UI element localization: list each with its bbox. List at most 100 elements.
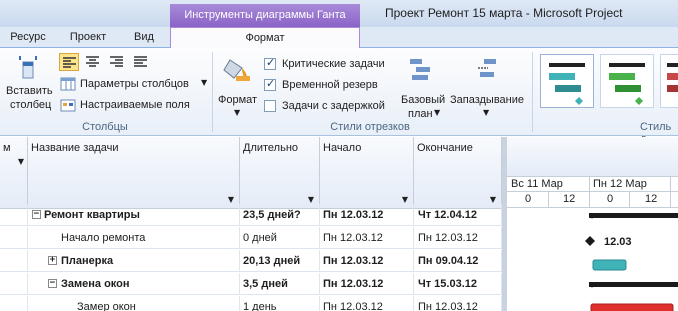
divider xyxy=(629,191,630,207)
align-center-icon xyxy=(86,56,99,67)
timescale-week: Пн 12 Мар xyxy=(593,178,647,190)
task-name[interactable]: Начало ремонта xyxy=(28,227,240,249)
wrap-text-button[interactable] xyxy=(131,53,151,71)
task-bar[interactable] xyxy=(592,259,627,271)
baseline-button[interactable]: Базовый план ▼ xyxy=(398,52,448,120)
align-center-button[interactable] xyxy=(83,53,103,71)
task-duration[interactable]: 3,5 дней xyxy=(240,273,320,295)
gantt-style-option[interactable] xyxy=(540,54,594,108)
column-header-label: Окончание xyxy=(417,142,473,154)
chevron-down-icon[interactable]: ▼ xyxy=(490,195,496,204)
task-finish[interactable]: Пн 09.04.12 xyxy=(414,250,502,272)
task-name[interactable]: Замер окон xyxy=(28,296,240,311)
tab-format[interactable]: Формат xyxy=(170,27,360,49)
late-tasks-label: Задачи с задержкой xyxy=(282,100,385,112)
task-start[interactable]: Пн 12.03.12 xyxy=(320,227,414,249)
gantt-style-option[interactable] xyxy=(660,54,678,108)
task-finish[interactable]: Пн 12.03.12 xyxy=(414,227,502,249)
milestone-label: 12.03 xyxy=(604,236,632,248)
column-header-duration[interactable]: Длительно ▼ xyxy=(240,137,320,209)
chevron-down-icon: ▼ xyxy=(234,108,241,117)
align-right-button[interactable] xyxy=(107,53,127,71)
task-name-cell[interactable]: − Замена окон xyxy=(28,273,240,295)
custom-fields-button[interactable]: Настраиваемые поля xyxy=(60,96,210,114)
critical-tasks-check[interactable] xyxy=(264,56,276,70)
chevron-down-icon[interactable]: ▼ xyxy=(308,195,314,204)
table-row[interactable]: Начало ремонта 0 дней Пн 12.03.12 Пн 12.… xyxy=(0,227,502,249)
slack-check[interactable] xyxy=(264,77,276,91)
task-start[interactable]: Пн 12.03.12 xyxy=(320,273,414,295)
timescale-header xyxy=(507,137,678,177)
task-name-cell[interactable]: + Планерка xyxy=(28,250,240,272)
column-header-start[interactable]: Начало ▼ xyxy=(320,137,414,209)
task-start[interactable]: Пн 12.03.12 xyxy=(320,296,414,311)
milestone-marker[interactable] xyxy=(585,236,595,246)
divider xyxy=(507,191,678,192)
task-finish[interactable]: Чт 12.04.12 xyxy=(414,204,502,226)
table-row[interactable]: − Замена окон 3,5 дней Пн 12.03.12 Чт 15… xyxy=(0,273,502,295)
columns-group-label: Столбцы xyxy=(82,121,128,133)
chevron-down-icon[interactable]: ▼ xyxy=(18,157,24,166)
window-title: Проект Ремонт 15 марта - Microsoft Proje… xyxy=(385,6,623,20)
gantt-style-preview-icon xyxy=(667,63,678,92)
chevron-down-icon: ▼ xyxy=(434,108,441,117)
chevron-down-icon[interactable]: ▼ xyxy=(228,195,234,204)
tab-resource[interactable]: Ресурс xyxy=(4,27,52,48)
table-row[interactable]: + Планерка 20,13 дней Пн 12.03.12 Пн 09.… xyxy=(0,250,502,272)
task-duration[interactable]: 20,13 дней xyxy=(240,250,320,272)
slippage-label: Запаздывание xyxy=(450,94,525,106)
table-row[interactable]: Замер окон 1 день Пн 12.03.12 Пн 12.03.1… xyxy=(0,296,502,311)
column-header-label: Название задачи xyxy=(31,142,119,154)
collapse-icon[interactable]: − xyxy=(32,210,41,219)
chevron-down-icon: ▼ xyxy=(483,108,490,117)
title-bar: Инструменты диаграммы Ганта Проект Ремон… xyxy=(0,0,678,27)
late-tasks-checkbox[interactable]: Задачи с задержкой xyxy=(264,98,404,114)
collapse-icon[interactable]: − xyxy=(48,279,57,288)
insert-column-button[interactable]: Вставить столбец xyxy=(4,52,53,118)
insert-column-label: Вставить xyxy=(6,85,53,97)
summary-bar[interactable] xyxy=(589,213,678,219)
task-start[interactable]: Пн 12.03.12 xyxy=(320,204,414,226)
format-bar-label: Формат xyxy=(218,94,258,106)
ribbon: Вставить столбец Параметры столбцов ▼ На… xyxy=(0,48,678,145)
bar-styles-group-label: Стили отрезков xyxy=(330,121,410,133)
column-header-label: Начало xyxy=(323,142,362,154)
gantt-style-option[interactable] xyxy=(600,54,654,108)
critical-task-bar[interactable] xyxy=(590,303,674,311)
row-mode-cell xyxy=(0,273,28,295)
format-bar-button[interactable]: Формат ▼ xyxy=(216,52,260,118)
slippage-button[interactable]: Запаздывание ▼ xyxy=(450,52,528,118)
slack-label: Временной резерв xyxy=(282,79,378,91)
expand-icon[interactable]: + xyxy=(48,256,57,265)
chevron-down-icon: ▼ xyxy=(201,78,208,87)
column-settings-button[interactable]: Параметры столбцов ▼ xyxy=(60,75,210,93)
task-finish[interactable]: Пн 12.03.12 xyxy=(414,296,502,311)
task-duration[interactable]: 1 день xyxy=(240,296,320,311)
critical-tasks-label: Критические задачи xyxy=(282,58,385,70)
critical-tasks-checkbox[interactable]: Критические задачи xyxy=(264,56,404,72)
column-header-mode[interactable]: м ▼ xyxy=(0,137,28,209)
tab-project[interactable]: Проект xyxy=(62,27,114,48)
task-start[interactable]: Пн 12.03.12 xyxy=(320,250,414,272)
summary-bar[interactable] xyxy=(589,282,678,288)
task-name-cell[interactable]: − Ремонт квартиры xyxy=(28,204,240,226)
group-separator xyxy=(212,52,213,132)
custom-fields-icon xyxy=(60,99,76,112)
timescale-hour: 12 xyxy=(645,193,658,205)
align-left-button[interactable] xyxy=(59,53,79,71)
task-duration[interactable]: 23,5 дней? xyxy=(240,204,320,226)
ribbon-tabs: Ресурс Проект Вид Формат xyxy=(0,27,678,49)
task-duration[interactable]: 0 дней xyxy=(240,227,320,249)
tab-view[interactable]: Вид xyxy=(124,27,164,48)
column-header-label: м xyxy=(3,142,11,154)
slack-checkbox[interactable]: Временной резерв xyxy=(264,77,404,93)
column-header-name[interactable]: Название задачи ▼ xyxy=(28,137,240,209)
chevron-down-icon[interactable]: ▼ xyxy=(402,195,408,204)
table-row[interactable]: − Ремонт квартиры 23,5 дней? Пн 12.03.12… xyxy=(0,204,502,226)
gantt-style-preview-icon xyxy=(609,63,645,105)
slippage-icon xyxy=(478,59,496,77)
late-tasks-check[interactable] xyxy=(264,100,276,112)
gantt-chart: Вс 11 Мар Пн 12 Мар 0 12 0 12 12.03 xyxy=(502,137,678,311)
column-header-finish[interactable]: Окончание ▼ xyxy=(414,137,502,209)
task-finish[interactable]: Чт 15.03.12 xyxy=(414,273,502,295)
